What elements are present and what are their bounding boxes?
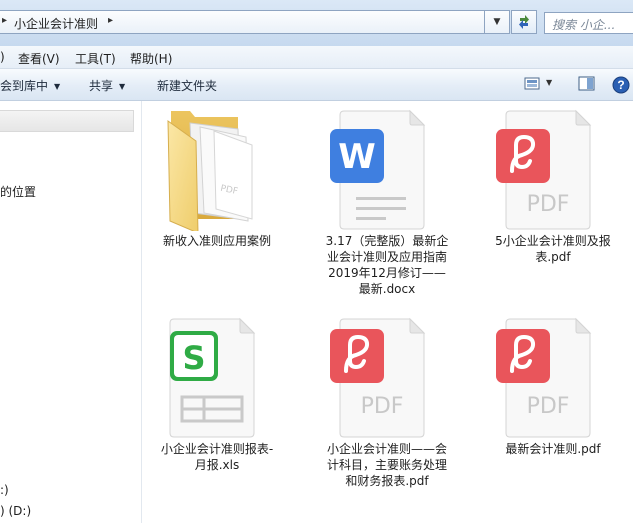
file-item-pdf[interactable]: PDF 5小企业会计准则及报 表.pdf — [478, 101, 628, 297]
nav-item-drive-d[interactable]: ) (D:) — [0, 504, 31, 518]
nav-item-drive-c[interactable]: :) — [0, 483, 9, 497]
excel-spreadsheet-icon: S — [169, 317, 256, 438]
refresh-icon — [519, 15, 529, 29]
change-view-icon[interactable] — [524, 76, 542, 92]
new-folder-button[interactable]: 新建文件夹 — [157, 77, 217, 94]
pdf-label: PDF — [527, 394, 570, 419]
include-in-library-label: 会到库中 — [0, 79, 49, 93]
breadcrumb[interactable]: ▸ 小企业会计准则 ▸ — [0, 10, 485, 34]
search-box[interactable]: 搜索 小企... — [544, 12, 633, 34]
chevron-down-icon: ▼ — [54, 82, 61, 91]
file-name-line: 2019年12月修订—— — [328, 266, 446, 280]
file-name-label: 5小企业会计准则及报 表.pdf — [478, 233, 628, 265]
preview-pane-icon[interactable] — [578, 76, 596, 92]
search-input[interactable]: 搜索 小企... — [552, 16, 615, 33]
file-name-label: 小企业会计准则报表- 月报.xls — [142, 441, 292, 473]
nav-favorites-header[interactable] — [0, 110, 134, 132]
file-item-xls[interactable]: S 小企业会计准则报表- 月报.xls — [142, 309, 292, 505]
pdf-document-icon: PDF — [330, 317, 426, 438]
include-in-library-button[interactable]: 会到库中 ▼ — [0, 77, 60, 94]
pdf-document-icon: PDF — [496, 109, 592, 230]
file-item-folder[interactable]: PDF 新收入准则应用案例 — [142, 101, 292, 297]
breadcrumb-separator-icon[interactable]: ▸ — [2, 15, 7, 26]
breadcrumb-chevron-icon[interactable]: ▸ — [108, 15, 113, 26]
pdf-label: PDF — [527, 192, 570, 217]
file-name-line: 5小企业会计准则及报 — [495, 234, 611, 248]
file-name-line: 业会计准则及应用指南 — [326, 250, 447, 264]
pdf-label: PDF — [361, 394, 404, 419]
word-document-icon: W — [330, 109, 426, 230]
address-history-dropdown[interactable]: ▼ — [484, 10, 510, 34]
file-item-pdf[interactable]: PDF 最新会计准则.pdf — [478, 309, 628, 505]
navigation-pane: 的位置 :) ) (D:) — [0, 101, 142, 523]
menu-bar: ) 查看(V) 工具(T) 帮助(H) — [0, 46, 633, 69]
menu-view[interactable]: 查看(V) — [18, 50, 60, 67]
chevron-down-icon: ▼ — [119, 82, 126, 91]
file-item-pdf[interactable]: PDF 小企业会计准则——会 计科目，主要账务处理 和财务报表.pdf — [312, 309, 462, 505]
breadcrumb-current-folder[interactable]: 小企业会计准则 — [14, 15, 98, 32]
file-name-line: 3.17（完整版）最新企 — [325, 234, 449, 248]
share-label: 共享 — [89, 79, 114, 93]
menu-edit-partial[interactable]: ) — [0, 50, 5, 64]
menu-tools[interactable]: 工具(T) — [75, 50, 116, 67]
file-grid: PDF 新收入准则应用案例 W 3.17（完整版）最新企 业会计准则及应用指南 … — [142, 101, 633, 523]
file-name-line: 表.pdf — [535, 250, 571, 264]
file-name-line: 和财务报表.pdf — [345, 474, 429, 488]
file-name-label: 最新会计准则.pdf — [505, 442, 601, 456]
file-name-line: 计科目，主要账务处理 — [326, 458, 447, 472]
file-name-line: 小企业会计准则——会 — [326, 442, 447, 456]
menu-help[interactable]: 帮助(H) — [130, 50, 172, 67]
file-name-line: 月报.xls — [194, 458, 240, 472]
file-name-label: 小企业会计准则——会 计科目，主要账务处理 和财务报表.pdf — [312, 441, 462, 489]
help-icon[interactable]: ? — [612, 76, 630, 94]
word-letter: W — [338, 137, 376, 177]
file-name-line: 小企业会计准则报表- — [160, 442, 274, 456]
excel-letter: S — [182, 339, 205, 377]
nav-item-recent-places[interactable]: 的位置 — [0, 183, 36, 200]
share-button[interactable]: 共享 ▼ — [89, 77, 125, 94]
file-name-label: 3.17（完整版）最新企 业会计准则及应用指南 2019年12月修订—— 最新.… — [312, 233, 462, 297]
file-name-label: 新收入准则应用案例 — [162, 234, 271, 248]
chevron-down-icon: ▼ — [493, 17, 501, 27]
address-bar: ▸ 小企业会计准则 ▸ ▼ 搜索 小企... — [0, 0, 633, 46]
view-dropdown-chevron-icon[interactable]: ▼ — [546, 78, 552, 87]
folder-icon: PDF — [167, 111, 253, 231]
refresh-button[interactable] — [511, 10, 537, 34]
command-bar: 会到库中 ▼ 共享 ▼ 新建文件夹 ▼ ? — [0, 69, 633, 101]
file-item-docx[interactable]: W 3.17（完整版）最新企 业会计准则及应用指南 2019年12月修订—— 最… — [312, 101, 462, 297]
svg-text:?: ? — [617, 78, 624, 92]
pdf-document-icon: PDF — [496, 317, 592, 438]
file-name-line: 最新.docx — [358, 282, 416, 296]
